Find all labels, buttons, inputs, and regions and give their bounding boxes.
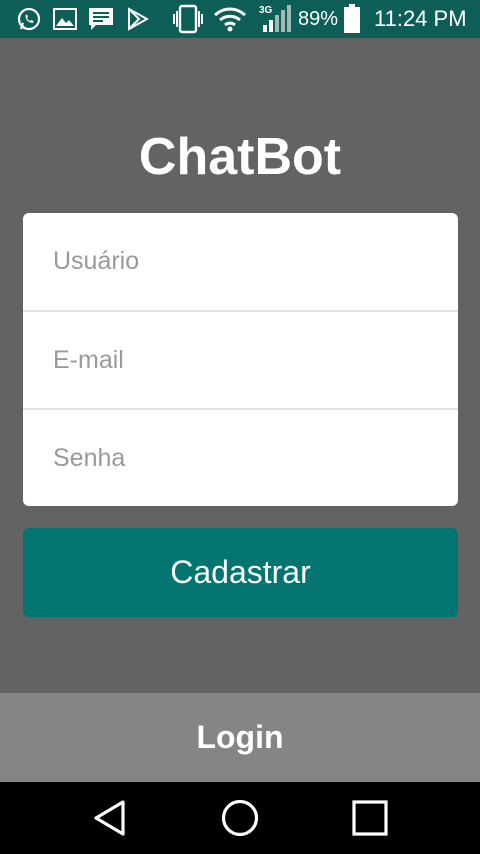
username-field-container: [23, 213, 458, 310]
email-input[interactable]: [23, 312, 458, 409]
wifi-icon: [212, 0, 248, 38]
navigation-bar: [0, 782, 480, 854]
password-field-container: [23, 410, 458, 506]
gallery-icon: [51, 0, 79, 38]
play-store-icon: [124, 0, 152, 38]
battery-percentage: 89%: [298, 8, 339, 30]
whatsapp-icon: [14, 0, 44, 38]
back-button[interactable]: [70, 782, 150, 854]
recents-button[interactable]: [330, 782, 410, 854]
registration-form: [23, 213, 458, 506]
back-icon: [94, 800, 125, 836]
register-button[interactable]: Cadastrar: [23, 528, 458, 617]
clock: 11:24 PM: [374, 6, 467, 31]
email-field-container: [23, 312, 458, 409]
recents-icon: [352, 800, 388, 836]
password-input[interactable]: [23, 410, 458, 506]
vibrate-icon: [172, 0, 204, 38]
home-button[interactable]: [200, 782, 280, 854]
app-title: ChatBot: [138, 128, 342, 186]
signal-icon: [262, 0, 292, 38]
login-button[interactable]: Login: [0, 693, 480, 782]
home-icon: [221, 799, 259, 837]
username-input[interactable]: [23, 213, 458, 310]
message-icon: [87, 0, 115, 38]
status-bar: 3G 89% 11:24 PM: [0, 0, 480, 38]
battery-icon: [342, 0, 362, 38]
